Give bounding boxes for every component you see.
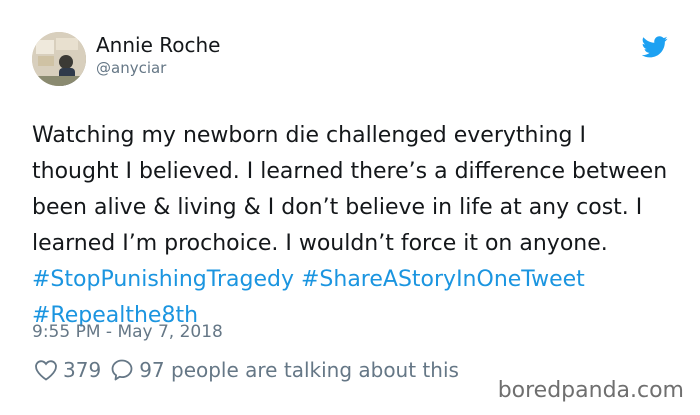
watermark: boredpanda.com	[497, 378, 684, 403]
tweet-text-body: Watching my newborn die challenged every…	[32, 123, 668, 256]
profile-photo	[32, 32, 86, 86]
like-count: 379	[63, 358, 102, 382]
hashtag-link[interactable]: #ShareAStoryInOneTweet	[301, 267, 585, 292]
avatar[interactable]	[32, 32, 86, 86]
text-space	[294, 267, 301, 292]
reply-text[interactable]: 97 people are talking about this	[139, 358, 459, 382]
tweet-text: Watching my newborn die challenged every…	[32, 118, 672, 334]
heart-icon[interactable]	[34, 359, 58, 381]
reply-bubble-icon[interactable]	[110, 358, 134, 382]
hashtag-link[interactable]: #StopPunishingTragedy	[32, 267, 294, 292]
author-handle[interactable]: @anyciar	[96, 59, 166, 77]
tweet-timestamp[interactable]: 9:55 PM - May 7, 2018	[32, 322, 223, 342]
engagement-bar: 379 97 people are talking about this	[34, 358, 459, 382]
author-name[interactable]: Annie Roche	[96, 33, 220, 57]
twitter-bird-icon[interactable]	[641, 36, 668, 62]
